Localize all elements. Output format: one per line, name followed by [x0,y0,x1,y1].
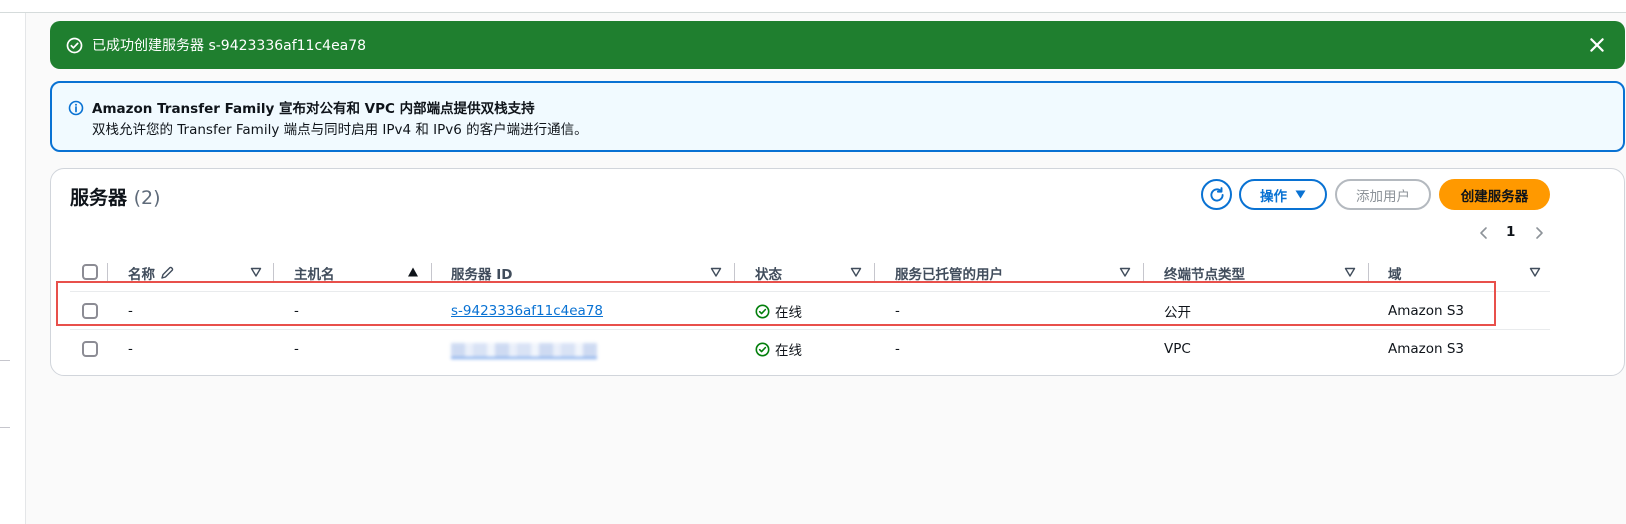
flash-message: 已成功创建服务器 s-9423336af11c4ea78 [92,38,367,54]
column-divider [107,263,108,283]
sort-down-icon[interactable] [250,266,262,278]
info-icon [68,100,84,116]
status-ok-icon [755,304,770,319]
column-header-domain[interactable]: 域 [1388,263,1402,283]
servers-table-container: 服务器 (2) 操作 添加用户 创建服务器 1 名称 主机名 服务器 ID 状态… [50,168,1625,376]
cell-name: - [128,341,133,357]
cell-managed-users: - [895,303,900,319]
refresh-button[interactable] [1201,179,1232,210]
sort-up-icon[interactable] [407,266,419,278]
sort-down-icon[interactable] [710,266,722,278]
cell-name: - [128,303,133,319]
page-title: 服务器 (2) [70,183,161,210]
actions-label: 操作 [1260,188,1287,205]
header-divider [70,291,1550,292]
cell-domain: Amazon S3 [1388,341,1465,357]
top-border [0,0,1626,13]
title-text: 服务器 [70,187,128,209]
info-alert: Amazon Transfer Family 宣布对公有和 VPC 内部端点提供… [50,81,1625,152]
add-user-button[interactable]: 添加用户 [1335,179,1431,210]
actions-button[interactable]: 操作 [1239,179,1327,210]
cell-endpoint-type: 公开 [1164,305,1191,321]
column-header-endpoint-type[interactable]: 终端节点类型 [1164,263,1245,283]
select-all-checkbox[interactable] [82,264,98,280]
column-divider [431,263,432,283]
column-header-name[interactable]: 名称 [128,263,174,283]
rail-divider [0,427,10,428]
status-ok-icon [755,342,770,357]
rail-divider [0,360,10,361]
column-divider [734,263,735,283]
column-name-label: 名称 [128,267,155,283]
chevron-right-icon[interactable] [1531,223,1547,243]
cell-host: - [294,341,299,357]
check-circle-icon [66,37,83,54]
server-id-link-redacted[interactable] [451,343,597,359]
column-divider [1368,263,1369,283]
refresh-icon [1208,186,1226,204]
status-text: 在线 [775,343,802,359]
create-server-button[interactable]: 创建服务器 [1439,179,1550,210]
column-header-server-id[interactable]: 服务器 ID [451,263,512,283]
side-navigation-rail [0,13,26,524]
cell-status: 在线 [755,339,802,359]
close-icon[interactable] [1587,35,1607,55]
server-id-link[interactable]: s-9423336af11c4ea78 [451,301,603,321]
column-divider [874,263,875,283]
sort-down-icon[interactable] [850,266,862,278]
column-divider [1143,263,1144,283]
column-header-host[interactable]: 主机名 [294,263,335,283]
row-checkbox[interactable] [82,341,98,357]
caret-down-icon [1295,190,1306,199]
sort-down-icon[interactable] [1344,266,1356,278]
column-header-managed-users[interactable]: 服务已托管的用户 [895,263,1003,283]
cell-status: 在线 [755,301,802,321]
column-header-status[interactable]: 状态 [755,263,782,283]
edit-icon [160,266,174,280]
row-divider [70,329,1550,330]
cell-managed-users: - [895,341,900,357]
info-body: 双栈允许您的 Transfer Family 端点与同时启用 IPv4 和 IP… [92,122,588,138]
sort-down-icon[interactable] [1119,266,1131,278]
pagination: 1 [1476,223,1556,243]
sort-down-icon[interactable] [1529,266,1541,278]
current-page[interactable]: 1 [1506,224,1515,240]
cell-domain: Amazon S3 [1388,303,1465,319]
cell-endpoint-type: VPC [1164,341,1191,357]
column-divider [273,263,274,283]
info-title: Amazon Transfer Family 宣布对公有和 VPC 内部端点提供… [92,101,535,117]
chevron-left-icon[interactable] [1476,223,1492,243]
row-checkbox[interactable] [82,303,98,319]
status-text: 在线 [775,305,802,321]
cell-host: - [294,303,299,319]
server-count: (2) [133,187,161,209]
success-flashbar: 已成功创建服务器 s-9423336af11c4ea78 [50,21,1625,69]
